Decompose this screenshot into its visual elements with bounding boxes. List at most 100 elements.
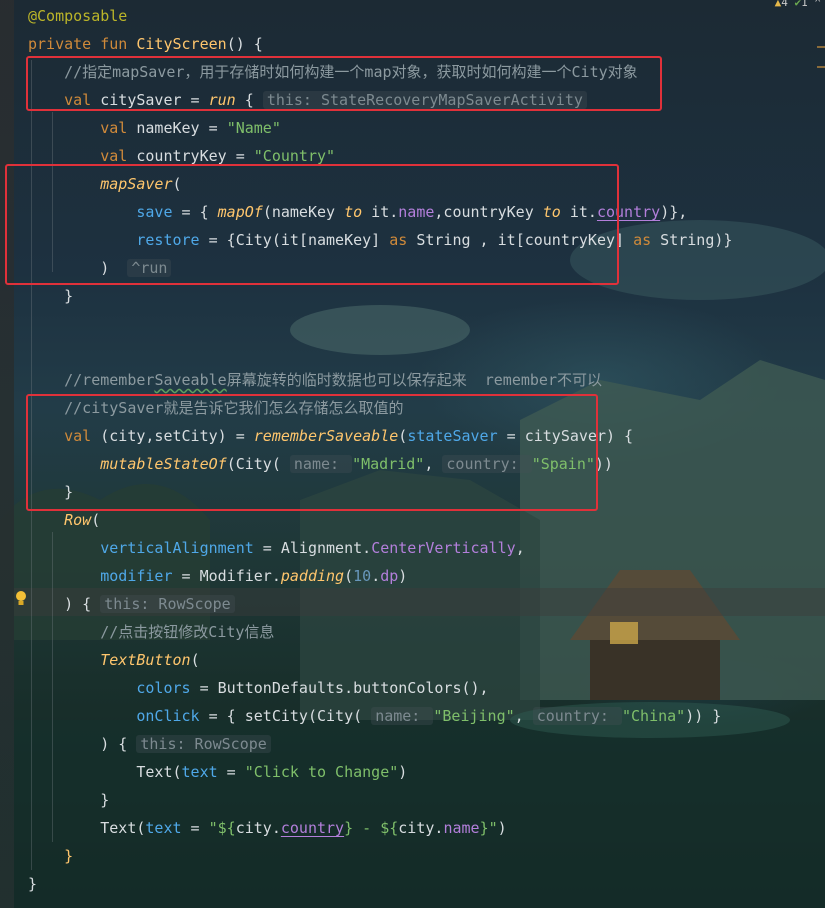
code-token: Row xyxy=(28,511,92,529)
code-line[interactable]: } xyxy=(28,786,109,814)
code-token: ) xyxy=(497,819,507,837)
code-token: = Alignment. xyxy=(253,539,372,557)
code-line[interactable]: val nameKey = "Name" xyxy=(28,114,281,142)
code-token: nameKey xyxy=(136,119,200,137)
code-line[interactable]: Text(text = "Click to Change") xyxy=(28,758,407,786)
code-line[interactable]: //rememberSaveable屏幕旋转的临时数据也可以保存起来 remem… xyxy=(28,366,602,394)
code-token: padding xyxy=(280,567,345,585)
inlay-hint: name: xyxy=(371,707,434,725)
code-token: city. xyxy=(398,819,444,837)
code-token: CityScreen xyxy=(136,35,227,53)
code-line[interactable]: modifier = Modifier.padding(10.dp) xyxy=(28,562,407,590)
code-token: @Composable xyxy=(28,7,128,25)
code-token: = ButtonDefaults.buttonColors(), xyxy=(190,679,489,697)
code-token: private fun xyxy=(28,35,137,53)
editor-gutter[interactable] xyxy=(0,0,14,908)
weak-warning-count: 1 xyxy=(801,0,808,9)
code-line[interactable]: ) { this: RowScope xyxy=(28,590,235,618)
code-token: 10 xyxy=(353,567,372,585)
code-line[interactable]: verticalAlignment = Alignment.CenterVert… xyxy=(28,534,525,562)
code-token: ) { xyxy=(28,595,101,613)
code-token: ) xyxy=(398,763,408,781)
code-token: modifier xyxy=(28,567,173,585)
code-token: Saveable xyxy=(154,371,226,389)
code-token: TextButton xyxy=(28,651,191,669)
inspection-status[interactable]: ▲4 ✔1 ⌃ xyxy=(775,0,821,9)
scrollbar-marker xyxy=(817,66,825,68)
highlight-box-mapsaver xyxy=(5,164,619,285)
underlined-token: country xyxy=(280,819,345,837)
warning-count: 4 xyxy=(781,0,788,9)
code-token: , xyxy=(515,539,525,557)
code-token: = xyxy=(181,819,209,837)
code-token: = xyxy=(217,763,245,781)
inlay-hint: this: RowScope xyxy=(100,595,235,613)
code-token: "China" xyxy=(622,707,686,725)
code-token: name xyxy=(443,819,480,837)
code-token: () { xyxy=(226,35,263,53)
code-line[interactable]: @Composable xyxy=(28,2,127,30)
highlight-box-remembersaveable xyxy=(26,394,598,511)
lightbulb-icon[interactable] xyxy=(14,590,28,608)
code-token: )}, xyxy=(660,203,688,221)
code-line[interactable]: colors = ButtonDefaults.buttonColors(), xyxy=(28,674,489,702)
code-token: Text xyxy=(28,763,173,781)
code-line[interactable]: private fun CityScreen() { xyxy=(28,30,263,58)
code-token: Text xyxy=(28,819,137,837)
code-token: val xyxy=(28,147,137,165)
code-line[interactable]: } xyxy=(28,870,37,898)
code-token: } xyxy=(28,287,74,305)
code-token: } xyxy=(28,875,38,893)
code-line[interactable]: //点击按钮修改City信息 xyxy=(28,618,274,646)
code-line[interactable]: } xyxy=(28,842,73,870)
code-token: "Name" xyxy=(226,119,281,137)
code-token: city. xyxy=(235,819,281,837)
code-token: as xyxy=(633,231,652,249)
code-line[interactable]: ) { this: RowScope xyxy=(28,730,271,758)
inlay-hint: this: RowScope xyxy=(136,735,271,753)
code-token: = { setCity(City( xyxy=(199,707,372,725)
code-editor[interactable]: ▲4 ✔1 ⌃ @Composable private fun CityScree… xyxy=(0,0,825,908)
code-token: "${ xyxy=(208,819,236,837)
code-token: } xyxy=(28,847,74,865)
code-token: - xyxy=(353,819,381,837)
underlined-token: Saveable xyxy=(154,371,227,389)
code-token: }" xyxy=(479,819,498,837)
code-token: countryKey xyxy=(136,147,227,165)
scrollbar-marker xyxy=(817,46,825,48)
code-token: country xyxy=(281,819,344,837)
code-token: . xyxy=(371,567,381,585)
code-token: = Modifier. xyxy=(172,567,281,585)
chevron-up-icon[interactable]: ⌃ xyxy=(814,0,821,9)
code-token: "Click to Change" xyxy=(244,763,399,781)
code-token: "Beijing" xyxy=(433,707,515,725)
code-token: dp xyxy=(380,567,399,585)
code-token: String)} xyxy=(651,231,733,249)
code-token: = xyxy=(199,119,227,137)
code-token: )) } xyxy=(685,707,722,725)
code-line[interactable]: onClick = { setCity(City( name: "Beijing… xyxy=(28,702,721,730)
code-line[interactable]: } xyxy=(28,282,73,310)
code-token: "Country" xyxy=(253,147,336,165)
highlight-box-citysaver xyxy=(26,56,662,111)
code-token: onClick xyxy=(28,707,200,725)
code-token: verticalAlignment xyxy=(28,539,254,557)
code-token: //remember xyxy=(28,371,155,389)
code-token: //点击按钮修改City信息 xyxy=(28,623,275,641)
code-token: ( xyxy=(91,511,101,529)
code-token: ( xyxy=(172,763,182,781)
code-token: } xyxy=(28,791,110,809)
code-token: text xyxy=(181,763,218,781)
code-token: ) { xyxy=(28,735,137,753)
code-token: ${ xyxy=(380,819,399,837)
code-token: CenterVertically xyxy=(371,539,516,557)
code-token: colors xyxy=(28,679,191,697)
code-token: ( xyxy=(190,651,200,669)
editor-scrollbar[interactable] xyxy=(817,40,825,900)
code-token: text xyxy=(145,819,182,837)
code-token: , xyxy=(514,707,533,725)
code-line[interactable]: Text(text = "${city.country} - ${city.na… xyxy=(28,814,507,842)
code-token: 屏幕旋转的临时数据也可以保存起来 remember不可以 xyxy=(226,371,602,389)
code-token: ) xyxy=(398,567,408,585)
code-line[interactable]: TextButton( xyxy=(28,646,200,674)
